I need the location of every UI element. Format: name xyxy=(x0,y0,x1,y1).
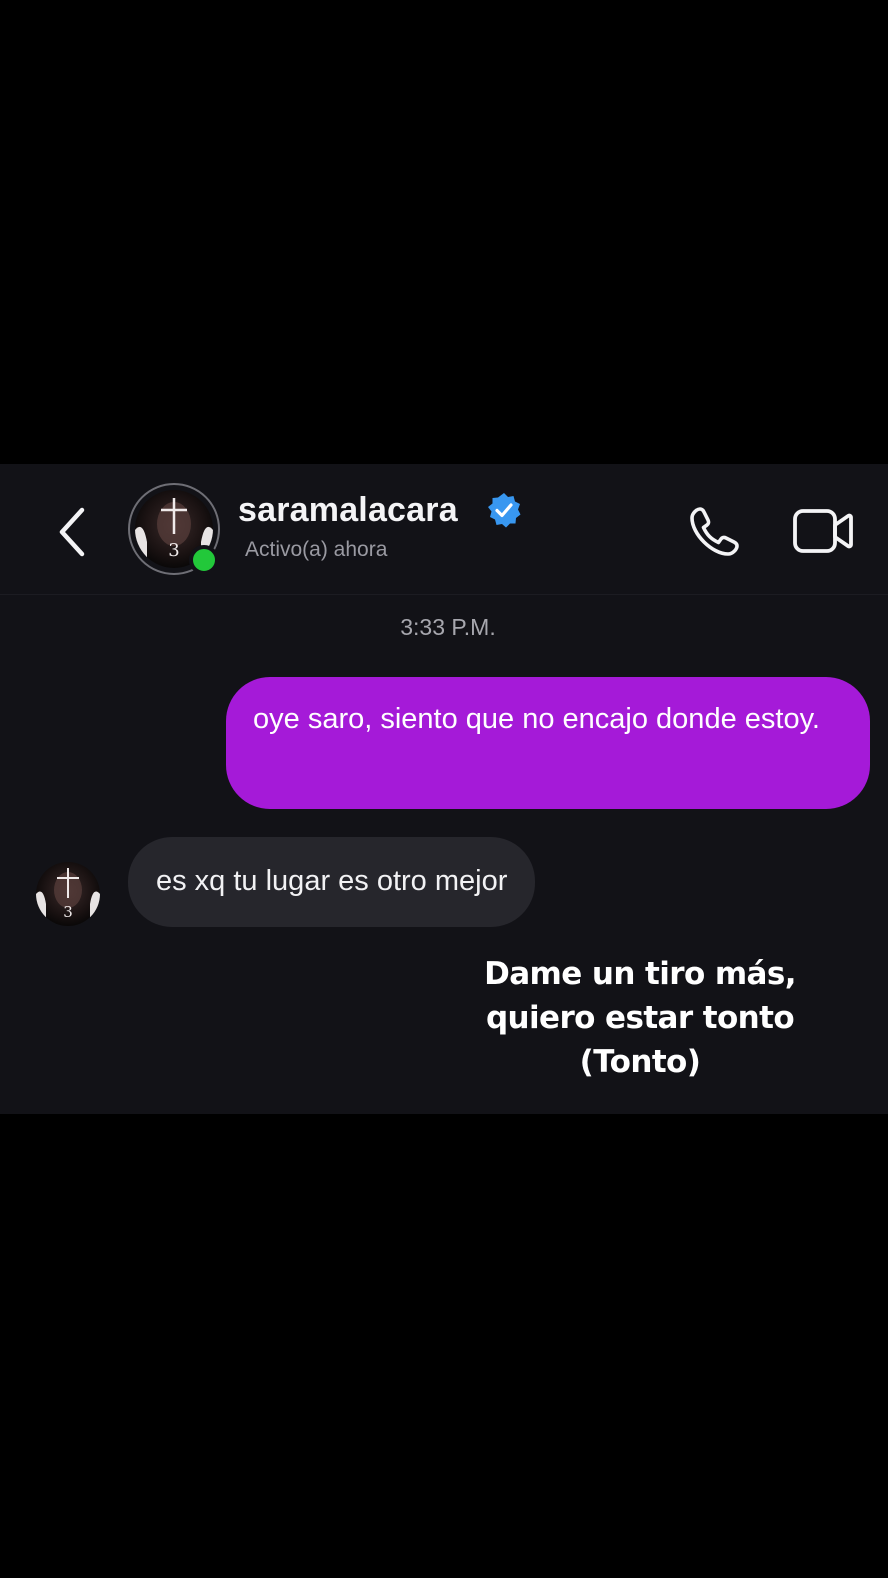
call-button[interactable] xyxy=(686,504,742,560)
lyric-line: (Tonto) xyxy=(579,1044,701,1080)
lyric-line: quiero estar tonto xyxy=(485,1000,795,1036)
chat-header: 3 saramalacara Activo(a) ahora xyxy=(0,464,888,595)
phone-icon xyxy=(690,507,739,556)
video-call-button[interactable] xyxy=(792,506,854,556)
sent-message-bubble[interactable]: oye saro, siento que no encajo donde est… xyxy=(226,677,870,809)
chevron-left-icon xyxy=(59,507,85,557)
active-status: Activo(a) ahora xyxy=(245,538,388,561)
lyric-caption: Dame un tiro más, quiero estar tonto (To… xyxy=(440,952,840,1084)
sender-avatar[interactable]: 3 xyxy=(36,862,100,926)
username[interactable]: saramalacara xyxy=(238,490,458,530)
svg-text:3: 3 xyxy=(168,540,179,561)
received-message-bubble[interactable]: es xq tu lugar es otro mejor xyxy=(128,837,536,927)
verified-badge-icon xyxy=(488,493,521,528)
profile-avatar[interactable]: 3 xyxy=(128,483,224,579)
online-status-dot xyxy=(189,545,219,575)
svg-text:3: 3 xyxy=(63,903,73,921)
message-timestamp: 3:33 P.M. xyxy=(400,614,496,640)
video-camera-icon xyxy=(793,509,853,553)
lyric-line: Dame un tiro más, xyxy=(484,956,796,992)
back-button[interactable] xyxy=(44,490,104,570)
chat-screen: 3 saramalacara Activo(a) ahora 3:33 P.M.… xyxy=(0,464,888,1114)
